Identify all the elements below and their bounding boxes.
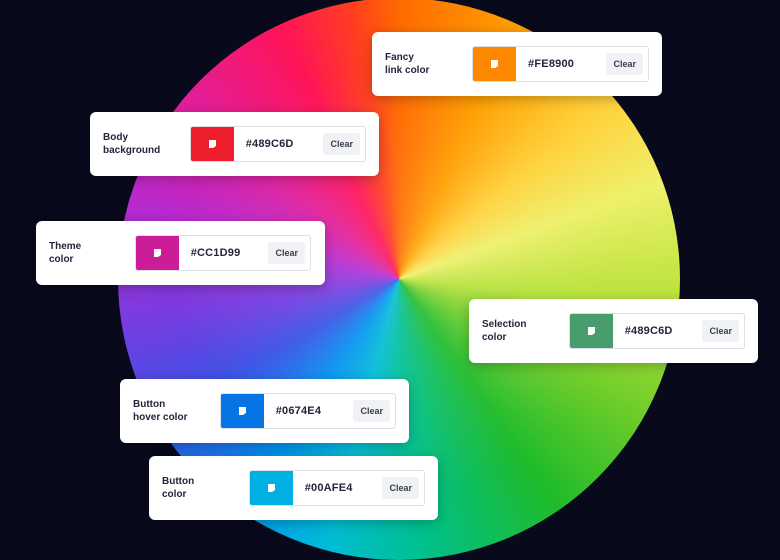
color-swatch-icon (491, 60, 499, 68)
button-color-label: Button color (162, 476, 195, 500)
selection-color-swatch[interactable] (570, 314, 613, 348)
theme-color-value[interactable]: #CC1D99 (191, 247, 269, 259)
button-color-picker[interactable]: #00AFE4 Clear (249, 470, 425, 506)
fancy-link-color-value[interactable]: #FE8900 (528, 58, 606, 70)
color-swatch-icon (208, 140, 216, 148)
button-hover-color-swatch[interactable] (221, 394, 264, 428)
color-swatch-icon (267, 484, 275, 492)
fancy-link-color-clear-button[interactable]: Clear (606, 53, 643, 75)
button-hover-color-picker[interactable]: #0674E4 Clear (220, 393, 396, 429)
selection-color-card: Selection color #489C6D Clear (469, 299, 758, 363)
theme-color-picker[interactable]: #CC1D99 Clear (135, 235, 311, 271)
body-background-label: Body background (103, 132, 161, 156)
body-background-card: Body background #489C6D Clear (90, 112, 379, 176)
button-color-card: Button color #00AFE4 Clear (149, 456, 438, 520)
color-swatch-icon (587, 327, 595, 335)
fancy-link-color-picker[interactable]: #FE8900 Clear (472, 46, 649, 82)
button-hover-color-label: Button hover color (133, 399, 188, 423)
body-background-value[interactable]: #489C6D (246, 138, 324, 150)
fancy-link-color-swatch[interactable] (473, 47, 517, 81)
fancy-link-color-label: Fancy link color (385, 52, 430, 76)
button-hover-color-clear-button[interactable]: Clear (353, 400, 390, 422)
body-background-picker[interactable]: #489C6D Clear (190, 126, 366, 162)
button-color-value[interactable]: #00AFE4 (305, 482, 383, 494)
selection-color-value[interactable]: #489C6D (625, 325, 703, 337)
theme-color-clear-button[interactable]: Clear (268, 242, 305, 264)
button-hover-color-card: Button hover color #0674E4 Clear (120, 379, 409, 443)
selection-color-clear-button[interactable]: Clear (702, 320, 739, 342)
button-color-swatch[interactable] (250, 471, 293, 505)
fancy-link-color-card: Fancy link color #FE8900 Clear (372, 32, 662, 96)
selection-color-label: Selection color (482, 319, 527, 343)
button-color-clear-button[interactable]: Clear (382, 477, 419, 499)
color-swatch-icon (153, 249, 161, 257)
theme-color-card: Theme color #CC1D99 Clear (36, 221, 325, 285)
button-hover-color-value[interactable]: #0674E4 (276, 405, 354, 417)
theme-color-swatch[interactable] (136, 236, 179, 270)
body-background-swatch[interactable] (191, 127, 234, 161)
selection-color-picker[interactable]: #489C6D Clear (569, 313, 745, 349)
color-swatch-icon (238, 407, 246, 415)
body-background-clear-button[interactable]: Clear (323, 133, 360, 155)
theme-color-label: Theme color (49, 241, 82, 265)
